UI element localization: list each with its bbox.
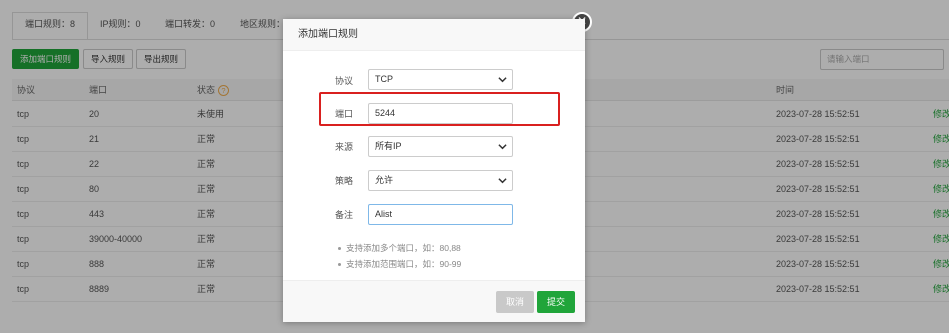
port-input[interactable]: 5244 (368, 103, 513, 124)
strategy-label: 策略 (334, 176, 353, 186)
dialog-footer: 取消 提交 (283, 280, 585, 322)
port-label: 端口 (334, 109, 353, 119)
bullet-dot (338, 263, 341, 267)
protocol-label: 协议 (334, 76, 353, 86)
tip-range-port-text: 支持添加范围端口，如：90-99 (346, 259, 462, 269)
source-select[interactable]: 所有IP (368, 136, 513, 157)
chevron-down-icon (498, 77, 507, 83)
chevron-down-icon (498, 178, 507, 184)
firewall-page: 端口规则：8 IP规则：0 端口转发：0 地区规则： 添加端口规则 导入规则 导… (0, 0, 949, 333)
tip-multi-port: 支持添加多个端口，如：80,88 (338, 241, 461, 255)
tip-multi-port-text: 支持添加多个端口，如：80,88 (346, 243, 461, 253)
remark-input[interactable]: Alist (368, 204, 513, 225)
cancel-button[interactable]: 取消 (496, 291, 535, 313)
tip-range-port: 支持添加范围端口，如：90-99 (338, 257, 461, 271)
dialog-header: 添加端口规则 (283, 19, 585, 51)
protocol-value: TCP (375, 74, 393, 84)
strategy-select[interactable]: 允许 (368, 170, 513, 191)
source-label: 来源 (334, 142, 353, 152)
submit-button[interactable]: 提交 (537, 291, 576, 313)
strategy-value: 允许 (375, 175, 394, 185)
bullet-dot (338, 247, 341, 251)
dialog-title: 添加端口规则 (298, 29, 358, 40)
source-value: 所有IP (375, 141, 402, 151)
add-port-rule-dialog: 添加端口规则 协议 TCP 端口 5244 来源 所有IP 策略 允许 备注 A… (283, 19, 585, 322)
chevron-down-icon (498, 144, 507, 150)
protocol-select[interactable]: TCP (368, 69, 513, 90)
remark-label: 备注 (334, 210, 353, 220)
